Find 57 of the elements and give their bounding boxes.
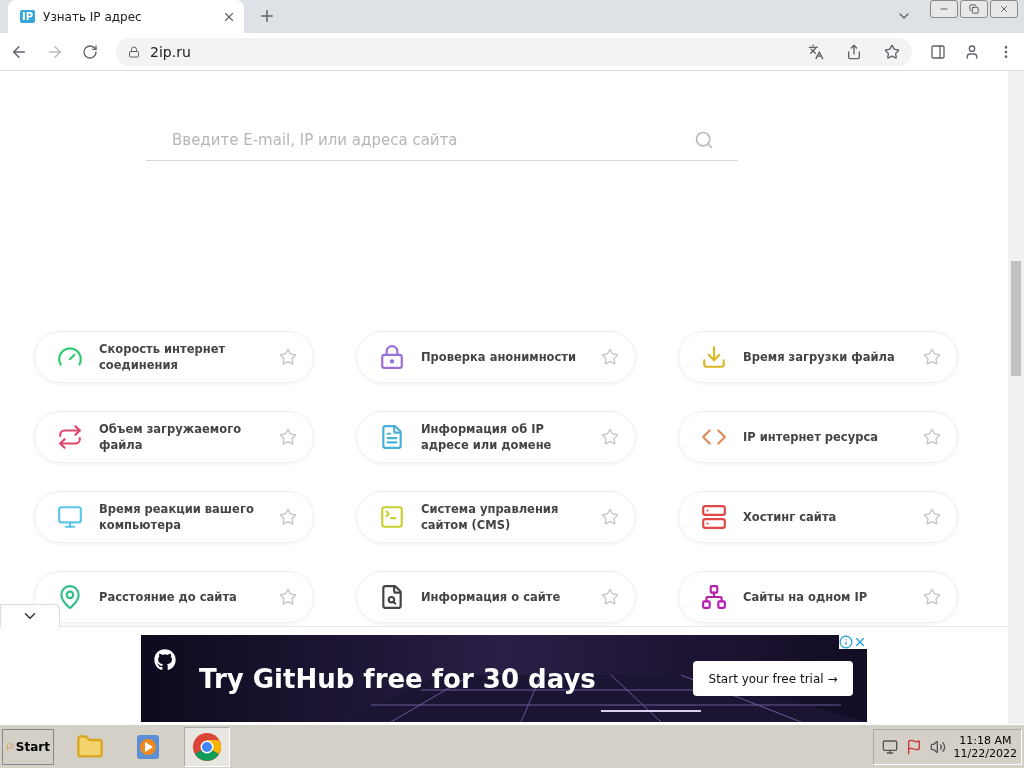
service-title: Расстояние до сайта bbox=[99, 589, 238, 605]
reload-icon[interactable] bbox=[82, 43, 98, 60]
ad-headline: Try GitHub free for 30 days bbox=[199, 663, 596, 694]
service-title: Хостинг сайта bbox=[743, 509, 838, 525]
service-title: Проверка анонимности bbox=[421, 349, 578, 365]
side-panel-icon[interactable] bbox=[930, 43, 946, 60]
clock[interactable]: 11:18 AM 11/22/2022 bbox=[953, 733, 1017, 760]
service-title: Время реакции вашего компьютера bbox=[99, 501, 255, 533]
url-text: 2ip.ru bbox=[150, 43, 192, 60]
volume-icon[interactable] bbox=[929, 738, 946, 755]
service-title: Скорость интернет соединения bbox=[99, 341, 227, 373]
close-button[interactable] bbox=[990, 0, 1018, 18]
favorite-star-icon[interactable] bbox=[601, 348, 619, 366]
lock-icon bbox=[128, 45, 140, 58]
service-title: Объем загружаемого файла bbox=[99, 421, 243, 453]
favorite-star-icon[interactable] bbox=[923, 588, 941, 606]
free-trial-button[interactable]: Start your free trial → bbox=[693, 661, 853, 696]
favicon: IP bbox=[20, 10, 36, 23]
network-icon[interactable] bbox=[881, 738, 898, 755]
address-bar[interactable]: 2ip.ru bbox=[116, 37, 912, 66]
service-title: Информация об IP адресе или домене bbox=[421, 421, 553, 453]
favorite-star-icon[interactable] bbox=[923, 348, 941, 366]
action-center-icon[interactable] bbox=[905, 738, 922, 755]
ad-banner[interactable]: Try GitHub free for 30 days Start your free trial → bbox=[141, 635, 867, 722]
new-tab-icon[interactable] bbox=[258, 7, 276, 25]
service-title: Система управления сайтом (CMS) bbox=[421, 501, 560, 533]
translate-icon[interactable] bbox=[808, 43, 824, 60]
start-button[interactable]: Start bbox=[2, 728, 54, 765]
chrome-icon[interactable] bbox=[184, 726, 230, 767]
minimize-button[interactable] bbox=[930, 0, 958, 18]
service-title: Время загрузки файла bbox=[743, 349, 896, 365]
close-icon bbox=[999, 4, 1009, 14]
favorite-star-icon[interactable] bbox=[279, 348, 297, 366]
ad-info-icon[interactable] bbox=[839, 635, 853, 649]
restore-icon bbox=[969, 4, 979, 14]
favorite-star-icon[interactable] bbox=[601, 508, 619, 526]
share-icon[interactable] bbox=[846, 43, 862, 60]
favorite-star-icon[interactable] bbox=[601, 588, 619, 606]
star-icon[interactable] bbox=[884, 43, 900, 60]
start-label: Start bbox=[15, 739, 50, 754]
favorite-star-icon[interactable] bbox=[279, 508, 297, 526]
service-title: Информация о сайте bbox=[421, 589, 562, 605]
favorite-star-icon[interactable] bbox=[923, 428, 941, 446]
service-title: Сайты на одном IP bbox=[743, 589, 869, 605]
restore-button[interactable] bbox=[960, 0, 988, 18]
search-icon[interactable] bbox=[694, 129, 714, 150]
profile-icon[interactable] bbox=[964, 43, 980, 60]
favorite-star-icon[interactable] bbox=[923, 508, 941, 526]
favorite-star-icon[interactable] bbox=[279, 588, 297, 606]
ad-close-icon[interactable] bbox=[853, 635, 867, 649]
tab-title: Узнать IP адрес bbox=[43, 9, 143, 24]
service-title: IP интернет ресурса bbox=[743, 429, 879, 445]
browser-tab[interactable]: IP Узнать IP адрес bbox=[8, 0, 244, 33]
scrollbar-thumb[interactable] bbox=[1011, 261, 1021, 376]
github-logo-icon bbox=[154, 649, 176, 671]
favorite-star-icon[interactable] bbox=[279, 428, 297, 446]
favorite-star-icon[interactable] bbox=[601, 428, 619, 446]
